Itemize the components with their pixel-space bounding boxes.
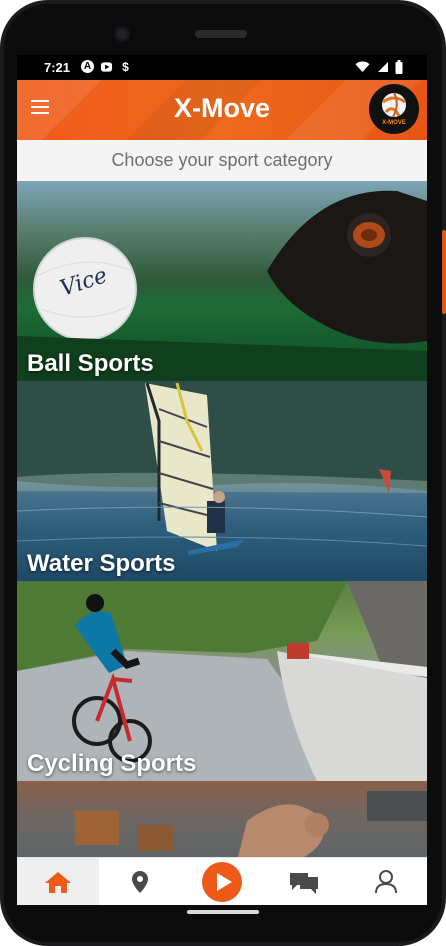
map-pin-icon: [132, 871, 148, 893]
nav-home[interactable]: [17, 858, 99, 905]
volleyball-logo-icon: [382, 92, 406, 118]
status-notification-icons: A $: [81, 59, 132, 74]
nav-map[interactable]: [99, 858, 181, 905]
battery-icon: [395, 60, 403, 74]
screen: 7:21 A $ X-Move X-MOVE Choose your sport…: [17, 55, 427, 905]
logo-text: X-MOVE: [382, 120, 406, 126]
category-cycling-sports[interactable]: Cycling Sports: [17, 581, 427, 781]
category-fitness-partial[interactable]: [17, 781, 427, 861]
gym-image: [75, 791, 427, 861]
signal-icon: [378, 62, 388, 72]
nav-play[interactable]: [181, 858, 263, 905]
dollar-icon: $: [122, 59, 129, 74]
status-system-icons: [355, 60, 403, 74]
status-bar: 7:21 A $: [17, 55, 427, 80]
play-icon: [202, 862, 242, 902]
category-label: Ball Sports: [27, 350, 154, 377]
category-ball-sports[interactable]: Vice Ball Sports: [17, 181, 427, 381]
category-label: Cycling Sports: [27, 750, 197, 777]
user-icon: [375, 870, 397, 894]
phone-frame: 7:21 A $ X-Move X-MOVE Choose your sport…: [0, 0, 446, 946]
nav-profile[interactable]: [345, 858, 427, 905]
home-icon: [45, 872, 71, 893]
x-move-logo[interactable]: X-MOVE: [369, 84, 419, 134]
wifi-icon: [355, 61, 370, 72]
home-indicator[interactable]: [187, 910, 259, 914]
app-bar: X-Move X-MOVE: [17, 80, 427, 140]
youtube-icon: [100, 60, 113, 73]
app-title: X-Move: [173, 93, 271, 123]
category-water-sports[interactable]: Water Sports: [17, 381, 427, 581]
chat-icon: [290, 873, 318, 894]
bottom-navigation: [17, 857, 427, 905]
status-time: 7:21: [44, 60, 71, 75]
power-button: [442, 230, 446, 314]
earpiece-speaker: [195, 30, 247, 38]
category-prompt: Choose your sport category: [17, 140, 427, 181]
front-camera: [114, 26, 130, 42]
nav-chat[interactable]: [263, 858, 345, 905]
automation-icon: A: [81, 60, 94, 73]
category-label: Water Sports: [27, 550, 176, 577]
